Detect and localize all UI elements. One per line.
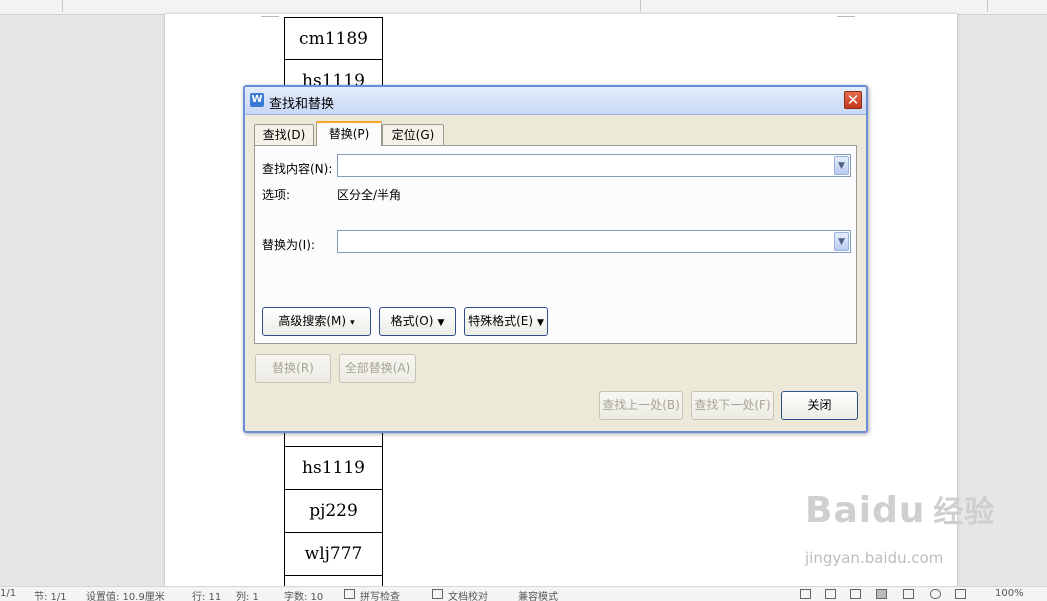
find-previous-button[interactable]: 查找上一处(B) [599, 391, 683, 420]
special-format-button[interactable]: 特殊格式(E) ▼ [464, 307, 548, 336]
corner-mark [837, 16, 855, 17]
tab-find[interactable]: 查找(D) [254, 124, 314, 145]
status-setting: 设置值: 10.9厘米 [86, 592, 165, 601]
globe-icon[interactable] [930, 589, 941, 599]
table-cell[interactable]: wlj777 [285, 533, 382, 576]
table-cell[interactable]: cm1189 [285, 17, 382, 60]
replace-label: 替换为(I): [262, 238, 315, 252]
page-view-icon[interactable] [876, 589, 887, 599]
table-cell[interactable]: hs1119 [285, 447, 382, 490]
status-bar: 1/1 节: 1/1 设置值: 10.9厘米 行: 11 列: 1 字数: 10… [0, 586, 1047, 601]
chevron-down-icon[interactable]: ▼ [834, 156, 849, 175]
status-col: 列: 1 [236, 592, 259, 601]
replace-button[interactable]: 替换(R) [255, 354, 331, 383]
eye-protect-icon[interactable] [955, 589, 966, 599]
watermark-logo: Baidu [805, 490, 926, 531]
special-format-label: 特殊格式(E) [468, 314, 534, 328]
tab-replace[interactable]: 替换(P) [316, 121, 382, 146]
options-label: 选项: [262, 188, 291, 202]
status-proofread[interactable]: 文档校对 [448, 588, 488, 601]
advanced-search-label: 高级搜索(M) [278, 314, 347, 328]
format-button[interactable]: 格式(O) ▼ [379, 307, 456, 336]
fullscreen-icon[interactable] [800, 589, 811, 599]
tab-goto[interactable]: 定位(G) [382, 124, 444, 145]
top-strip-segment [64, 0, 641, 12]
table-cell[interactable]: pj229 [285, 490, 382, 533]
top-ruler-strip [0, 0, 1047, 15]
dialog-titlebar[interactable]: W 查找和替换 ✕ [245, 87, 866, 115]
find-label: 查找内容(N): [262, 162, 333, 176]
web-view-icon[interactable] [903, 589, 914, 599]
replace-input[interactable]: ▼ [337, 230, 851, 253]
baidu-watermark: Baidu 经验 jingyan.baidu.com [805, 487, 996, 567]
outline-view-icon[interactable] [850, 589, 861, 599]
status-mode: 兼容模式 [518, 592, 558, 601]
status-section: 节: 1/1 [34, 592, 67, 601]
close-button[interactable]: 关闭 [781, 391, 858, 420]
status-words: 字数: 10 [284, 592, 324, 601]
close-icon[interactable]: ✕ [844, 91, 862, 109]
watermark-url: jingyan.baidu.com [805, 549, 944, 567]
caret-down-icon: ▼ [437, 318, 445, 328]
find-replace-dialog[interactable]: W 查找和替换 ✕ 查找(D) 替换(P) 定位(G) 查找内容(N): ▼ 选… [243, 85, 868, 433]
status-row: 行: 11 [192, 592, 222, 601]
read-mode-icon[interactable] [825, 589, 836, 599]
options-value: 区分全/半角 [337, 188, 402, 202]
app-icon: W [250, 93, 264, 107]
status-spellcheck[interactable]: 拼写检查 [360, 588, 400, 601]
advanced-search-button[interactable]: 高级搜索(M) ▾ [262, 307, 371, 336]
replace-tab-panel: 查找内容(N): ▼ 选项: 区分全/半角 替换为(I): ▼ 高级搜索(M) ▾… [254, 145, 857, 344]
table-cell[interactable] [285, 576, 382, 586]
status-zoom[interactable]: 100% [995, 588, 1024, 599]
format-label: 格式(O) [390, 314, 434, 328]
corner-mark [261, 16, 279, 17]
caret-down-icon: ▼ [537, 318, 544, 328]
find-input[interactable]: ▼ [337, 154, 851, 177]
status-page: 1/1 [0, 588, 17, 599]
dialog-title: 查找和替换 [269, 97, 335, 112]
top-strip-segment [0, 0, 63, 12]
proofread-icon[interactable] [432, 589, 443, 599]
spellcheck-icon[interactable] [344, 589, 355, 599]
double-chevron-icon: ▾ [350, 318, 355, 328]
top-strip-segment [642, 0, 988, 12]
chevron-down-icon[interactable]: ▼ [834, 232, 849, 251]
find-next-button[interactable]: 查找下一处(F) [691, 391, 774, 420]
replace-all-button[interactable]: 全部替换(A) [339, 354, 416, 383]
watermark-logo-cn: 经验 [933, 495, 996, 530]
